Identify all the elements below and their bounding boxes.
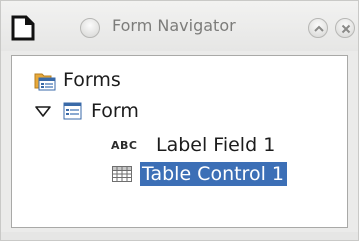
- tree-item-table-control[interactable]: Table Control 1: [111, 161, 287, 187]
- titlebar[interactable]: Form Navigator: [1, 1, 358, 51]
- label-field-icon: ABC: [111, 138, 138, 152]
- navigator-tree-panel[interactable]: Forms Form ABC Label Field 1 Table Contr…: [11, 55, 348, 228]
- close-icon: [341, 24, 351, 34]
- form-icon: [63, 102, 82, 120]
- shade-button[interactable]: [308, 18, 328, 38]
- tree-item-label-field[interactable]: ABC Label Field 1: [111, 132, 275, 158]
- chevron-up-icon: [314, 25, 324, 32]
- window-menu-button[interactable]: [80, 18, 100, 38]
- window-bottom-edge: [1, 232, 358, 240]
- form-navigator-window: Form Navigator Forms Form ABC Label Fiel…: [0, 0, 359, 241]
- document-icon: [11, 15, 35, 41]
- tree-item-label: Label Field 1: [156, 134, 276, 156]
- table-control-icon: [112, 166, 132, 182]
- tree-item-label: Forms: [63, 69, 121, 91]
- tree-item-label-selected: Table Control 1: [140, 162, 287, 186]
- tree-item-forms[interactable]: Forms: [34, 67, 121, 93]
- window-title: Form Navigator: [112, 16, 236, 35]
- expander-down-icon[interactable]: [34, 102, 52, 120]
- tree-item-label: Form: [91, 100, 139, 122]
- forms-folder-icon: [34, 73, 56, 91]
- tree-item-form[interactable]: Form: [34, 98, 139, 124]
- close-button[interactable]: [335, 18, 355, 38]
